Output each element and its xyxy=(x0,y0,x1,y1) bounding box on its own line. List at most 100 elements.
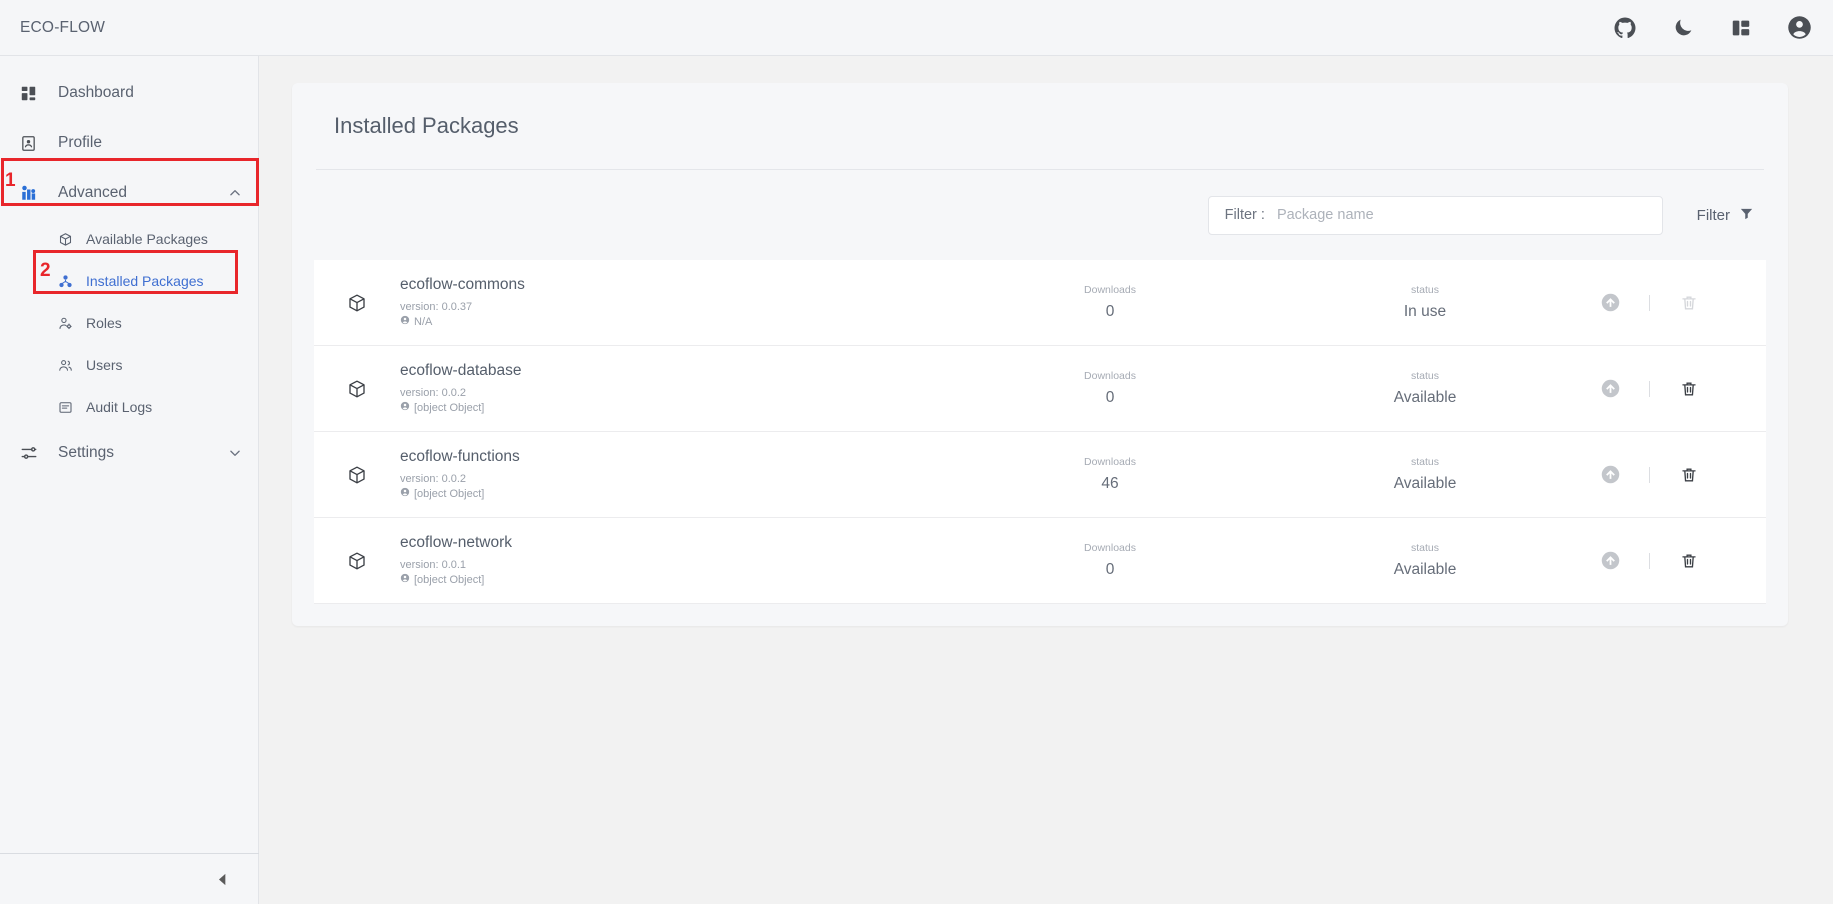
action-separator xyxy=(1649,552,1650,569)
downloads-header: Downloads xyxy=(1084,542,1136,554)
filter-bar: Filter : Filter xyxy=(292,170,1788,260)
chevron-down-icon xyxy=(228,446,242,460)
sidebar-item-label: Settings xyxy=(58,444,115,461)
status-cell: status Available xyxy=(1260,542,1590,579)
sidebar-item-dashboard[interactable]: Dashboard xyxy=(0,68,258,118)
search-input[interactable] xyxy=(1276,207,1646,223)
table-row[interactable]: ecoflow-commons version: 0.0.37 N/A Down… xyxy=(314,260,1766,346)
package-version: version: 0.0.1 xyxy=(400,558,467,571)
audit-logs-icon xyxy=(58,400,78,415)
package-author: [object Object] xyxy=(400,573,960,588)
delete-icon[interactable] xyxy=(1672,458,1706,492)
sidebar-item-settings[interactable]: Settings xyxy=(0,428,258,478)
author-icon xyxy=(400,401,410,416)
sidebar-item-users[interactable]: Users xyxy=(0,344,258,386)
package-author: [object Object] xyxy=(400,487,960,502)
downloads-value: 0 xyxy=(1105,303,1115,320)
account-icon[interactable] xyxy=(1785,14,1813,42)
status-cell: status Available xyxy=(1260,456,1590,493)
sidebar-item-roles[interactable]: Roles xyxy=(0,302,258,344)
package-meta: ecoflow-database version: 0.0.2 [object … xyxy=(400,362,960,416)
downloads-cell: Downloads 46 xyxy=(960,456,1260,493)
upgrade-icon[interactable] xyxy=(1593,458,1627,492)
downloads-value: 0 xyxy=(1105,389,1115,406)
package-name: ecoflow-network xyxy=(400,533,512,551)
downloads-cell: Downloads 0 xyxy=(960,542,1260,579)
row-actions xyxy=(1593,544,1766,578)
dashboard-icon xyxy=(20,85,46,102)
package-icon xyxy=(314,465,400,485)
filter-field[interactable]: Filter : xyxy=(1207,195,1663,235)
table-row[interactable]: ecoflow-network version: 0.0.1 [object O… xyxy=(314,518,1766,604)
upgrade-icon[interactable] xyxy=(1593,544,1627,578)
delete-icon[interactable] xyxy=(1672,372,1706,406)
filter-button-label: Filter xyxy=(1696,206,1730,224)
sidebar-item-audit-logs[interactable]: Audit Logs xyxy=(0,386,258,428)
packages-list: ecoflow-commons version: 0.0.37 N/A Down… xyxy=(292,260,1788,626)
downloads-header: Downloads xyxy=(1084,456,1136,468)
downloads-cell: Downloads 0 xyxy=(960,284,1260,321)
available-packages-icon xyxy=(58,232,78,247)
table-row[interactable]: ecoflow-functions version: 0.0.2 [object… xyxy=(314,432,1766,518)
author-icon xyxy=(400,487,410,502)
chevron-up-icon xyxy=(228,186,242,200)
collapse-left-icon[interactable] xyxy=(214,871,231,888)
package-version: version: 0.0.37 xyxy=(400,300,473,313)
status-cell: status Available xyxy=(1260,370,1590,407)
sidebar-item-advanced[interactable]: Advanced xyxy=(0,168,258,218)
sidebar-item-label: Users xyxy=(86,357,123,373)
status-badge: Available xyxy=(1393,561,1457,578)
table-row[interactable]: ecoflow-database version: 0.0.2 [object … xyxy=(314,346,1766,432)
author-name: [object Object] xyxy=(414,401,485,414)
sidebar-item-installed-packages[interactable]: Installed Packages xyxy=(0,260,258,302)
upgrade-icon[interactable] xyxy=(1593,372,1627,406)
funnel-icon xyxy=(1739,206,1754,225)
settings-icon xyxy=(20,444,46,462)
annotation-number-2: 2 xyxy=(40,260,51,281)
sidebar-nav: Dashboard Profile Advanced Available Pac… xyxy=(0,56,258,853)
layout-icon[interactable] xyxy=(1727,14,1755,42)
status-header: status xyxy=(1410,370,1439,382)
author-icon xyxy=(400,315,410,330)
author-name: [object Object] xyxy=(414,487,485,500)
sidebar-item-label: Advanced xyxy=(58,184,127,201)
package-author: [object Object] xyxy=(400,401,960,416)
top-bar: ECO-FLOW xyxy=(0,0,1833,56)
sidebar: Dashboard Profile Advanced Available Pac… xyxy=(0,56,259,904)
status-badge: Available xyxy=(1393,389,1457,406)
profile-icon xyxy=(20,135,46,152)
github-icon[interactable] xyxy=(1611,14,1639,42)
annotation-number-1: 1 xyxy=(5,170,16,191)
sidebar-item-label: Installed Packages xyxy=(86,273,204,289)
row-actions xyxy=(1593,286,1766,320)
dark-mode-icon[interactable] xyxy=(1669,14,1697,42)
downloads-header: Downloads xyxy=(1084,284,1136,296)
status-badge: Available xyxy=(1393,475,1457,492)
sidebar-item-profile[interactable]: Profile xyxy=(0,118,258,168)
status-cell: status In use xyxy=(1260,284,1590,321)
package-name: ecoflow-functions xyxy=(400,447,520,465)
row-actions xyxy=(1593,458,1766,492)
delete-icon[interactable] xyxy=(1672,544,1706,578)
sidebar-item-label: Roles xyxy=(86,315,122,331)
installed-packages-card: Installed Packages Filter : Filter xyxy=(292,83,1788,626)
package-icon xyxy=(314,293,400,313)
app-root: ECO-FLOW Dashboard Profile Advanced Avai… xyxy=(0,0,1833,904)
sidebar-footer xyxy=(0,853,259,904)
author-name: N/A xyxy=(414,315,433,328)
filter-label: Filter : xyxy=(1224,207,1265,223)
users-icon xyxy=(58,358,78,373)
package-meta: ecoflow-network version: 0.0.1 [object O… xyxy=(400,534,960,588)
delete-icon[interactable] xyxy=(1672,286,1706,320)
status-badge: In use xyxy=(1403,303,1447,320)
package-version: version: 0.0.2 xyxy=(400,386,467,399)
author-icon xyxy=(400,573,410,588)
main-content: Installed Packages Filter : Filter xyxy=(260,56,1833,904)
downloads-value: 0 xyxy=(1105,561,1115,578)
downloads-cell: Downloads 0 xyxy=(960,370,1260,407)
filter-button[interactable]: Filter xyxy=(1697,206,1754,225)
sidebar-item-available-packages[interactable]: Available Packages xyxy=(0,218,258,260)
package-icon xyxy=(314,551,400,571)
package-meta: ecoflow-functions version: 0.0.2 [object… xyxy=(400,448,960,502)
upgrade-icon[interactable] xyxy=(1593,286,1627,320)
